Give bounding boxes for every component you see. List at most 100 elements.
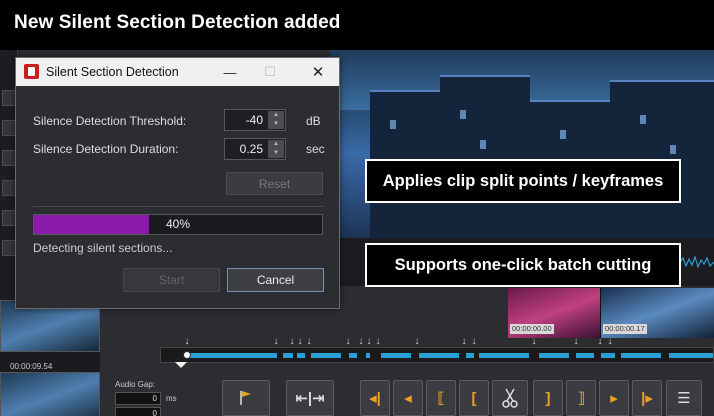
clip-timecode: 00:00:00.00 bbox=[510, 324, 554, 334]
bin-thumbnail[interactable] bbox=[0, 372, 100, 416]
start-button[interactable]: Start bbox=[123, 268, 220, 292]
next-edit-button[interactable]: |▸ bbox=[632, 380, 662, 416]
toolbar-slot[interactable] bbox=[2, 120, 16, 136]
callout-split-points: Applies clip split points / keyframes bbox=[365, 159, 681, 203]
duration-unit: sec bbox=[306, 142, 325, 156]
toolbar-slot[interactable] bbox=[2, 210, 16, 226]
prev-frame-icon: ◂ bbox=[404, 390, 412, 407]
split-marker-icon: ↓ bbox=[297, 336, 303, 347]
split-marker-icon: ↓ bbox=[573, 336, 579, 347]
cancel-button[interactable]: Cancel bbox=[227, 268, 324, 292]
playhead[interactable] bbox=[183, 351, 191, 359]
silent-section-detection-dialog: Silent Section Detection — ☐ ✕ Silence D… bbox=[15, 57, 340, 309]
split-marker-icon: ↓ bbox=[375, 336, 381, 347]
mark-in-button[interactable]: [ bbox=[459, 380, 489, 416]
split-marker-icon: ↓ bbox=[461, 336, 467, 347]
bracket-in-icon: [ bbox=[471, 389, 477, 407]
cut-button[interactable] bbox=[492, 380, 528, 416]
threshold-unit: dB bbox=[306, 114, 321, 128]
segment bbox=[349, 353, 357, 358]
segment bbox=[366, 353, 370, 358]
app-icon bbox=[24, 64, 39, 79]
progress-text: 40% bbox=[165, 217, 191, 231]
preview-building bbox=[440, 75, 530, 238]
media-bin bbox=[0, 300, 100, 416]
segment bbox=[669, 353, 713, 358]
preview-window bbox=[560, 130, 566, 139]
split-marker-icon: ↓ bbox=[531, 336, 537, 347]
duration-value: 0.25 bbox=[239, 142, 263, 156]
preview-window bbox=[390, 120, 396, 129]
clip-thumbnail[interactable]: 00:00:00.00 bbox=[508, 288, 600, 338]
segment bbox=[539, 353, 569, 358]
bin-timecode: 00:00:09.54 bbox=[10, 362, 53, 371]
split-marker-icon: ↓ bbox=[597, 336, 603, 347]
audio-gap-panel: Audio Gap: 0 ms 0 bbox=[112, 378, 196, 416]
preview-window bbox=[460, 110, 466, 119]
toolbar-slot[interactable] bbox=[2, 150, 16, 166]
header-banner: New Silent Section Detection added bbox=[0, 0, 714, 50]
split-marker-icon: ↓ bbox=[184, 336, 190, 347]
segment bbox=[419, 353, 459, 358]
split-marker-icon: ↓ bbox=[345, 336, 351, 347]
close-button[interactable]: ✕ bbox=[304, 62, 332, 82]
go-to-out-icon: ⟧ bbox=[577, 390, 585, 407]
maximize-button[interactable]: ☐ bbox=[256, 62, 284, 82]
threshold-value: -40 bbox=[245, 113, 263, 127]
mark-out-button[interactable]: ] bbox=[533, 380, 563, 416]
segment bbox=[576, 353, 594, 358]
menu-button[interactable]: ☰ bbox=[666, 380, 702, 416]
timeline-ruler[interactable] bbox=[160, 347, 714, 363]
next-frame-button[interactable]: ▸ bbox=[599, 380, 629, 416]
audio-gap-ms-unit: ms bbox=[166, 394, 177, 403]
bracket-out-icon: ] bbox=[545, 389, 551, 407]
segment bbox=[311, 353, 341, 358]
duration-label: Silence Detection Duration: bbox=[33, 142, 179, 156]
clip-timecode: 00:00:00.17 bbox=[603, 324, 647, 334]
preview-window bbox=[640, 115, 646, 124]
segment bbox=[479, 353, 529, 358]
toolbar-slot[interactable] bbox=[2, 90, 16, 106]
prev-edit-button[interactable]: ◂| bbox=[360, 380, 390, 416]
threshold-stepper[interactable]: ▲ ▼ bbox=[268, 111, 284, 129]
segment bbox=[381, 353, 411, 358]
next-frame-icon: ▸ bbox=[610, 390, 618, 407]
segment bbox=[283, 353, 293, 358]
banner-title: New Silent Section Detection added bbox=[14, 12, 341, 33]
spin-up-icon[interactable]: ▲ bbox=[268, 140, 284, 149]
hamburger-icon: ☰ bbox=[677, 390, 691, 407]
preview-window bbox=[480, 140, 486, 149]
audio-gap-ms-input[interactable]: 0 bbox=[115, 392, 161, 405]
split-button[interactable]: ⇤|⇥ bbox=[286, 380, 334, 416]
clip-thumbnail[interactable]: 00:00:00.17 bbox=[601, 288, 714, 338]
split-marker-icon: ↓ bbox=[289, 336, 295, 347]
mark-in-flag-button[interactable] bbox=[222, 380, 270, 416]
toolbar-slot[interactable] bbox=[2, 180, 16, 196]
split-marker-icon: ↓ bbox=[366, 336, 372, 347]
split-marker-icon: ↓ bbox=[414, 336, 420, 347]
clip-strip: 00:00:00.00 00:00:00.17 bbox=[508, 288, 714, 338]
go-to-out-button[interactable]: ⟧ bbox=[566, 380, 596, 416]
go-to-in-button[interactable]: ⟦ bbox=[426, 380, 456, 416]
prev-edit-icon: ◂| bbox=[369, 390, 381, 407]
audio-gap-frame-input[interactable]: 0 bbox=[115, 407, 161, 416]
split-marker-icon: ↓ bbox=[306, 336, 312, 347]
toolbar-slot[interactable] bbox=[2, 240, 16, 256]
next-edit-icon: |▸ bbox=[641, 390, 653, 407]
spin-up-icon[interactable]: ▲ bbox=[268, 111, 284, 120]
reset-button[interactable]: Reset bbox=[226, 172, 323, 195]
minimize-button[interactable]: — bbox=[216, 62, 244, 82]
audio-waveform bbox=[680, 255, 714, 269]
dialog-title: Silent Section Detection bbox=[46, 65, 179, 79]
playhead-flag-icon[interactable] bbox=[175, 362, 187, 368]
preview-window bbox=[670, 145, 676, 154]
spin-down-icon[interactable]: ▼ bbox=[268, 149, 284, 158]
threshold-input[interactable]: -40 ▲ ▼ bbox=[224, 109, 286, 131]
duration-stepper[interactable]: ▲ ▼ bbox=[268, 140, 284, 158]
split-marker-icon: ↓ bbox=[471, 336, 477, 347]
spin-down-icon[interactable]: ▼ bbox=[268, 120, 284, 129]
status-text: Detecting silent sections... bbox=[33, 241, 173, 255]
duration-input[interactable]: 0.25 ▲ ▼ bbox=[224, 138, 286, 160]
dialog-titlebar[interactable]: Silent Section Detection — ☐ ✕ bbox=[16, 58, 339, 86]
prev-frame-button[interactable]: ◂ bbox=[393, 380, 423, 416]
